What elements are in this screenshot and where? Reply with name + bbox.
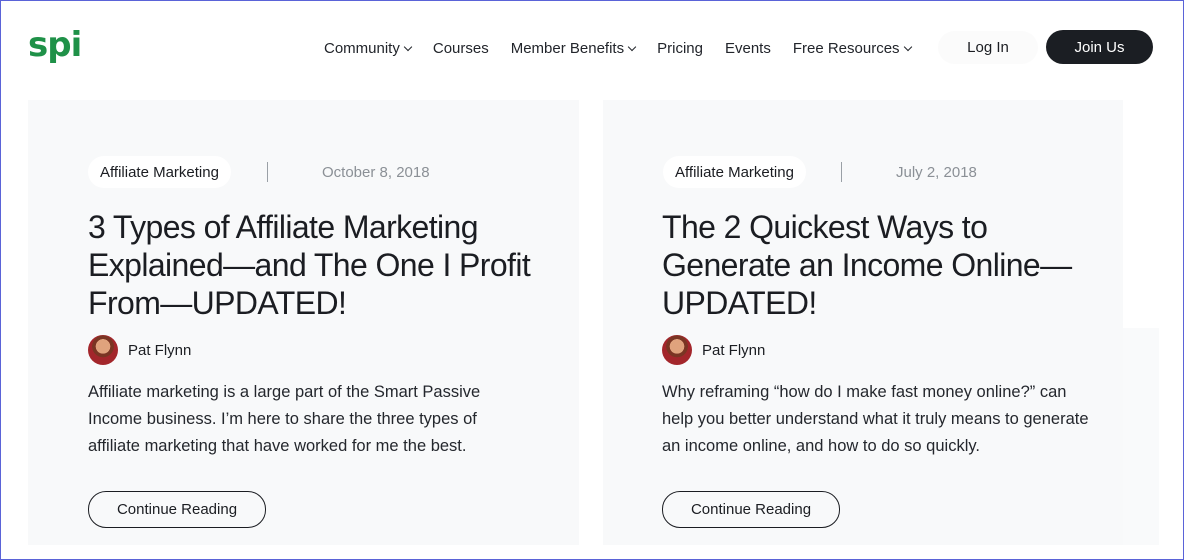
nav-item-label: Pricing — [657, 39, 703, 57]
author-name: Pat Flynn — [128, 341, 192, 359]
spi-logo[interactable]: spi — [28, 28, 82, 62]
nav-item-events[interactable]: Events — [725, 40, 771, 57]
continue-reading-button[interactable]: Continue Reading — [662, 491, 840, 528]
post-author: Pat Flynn — [662, 335, 765, 365]
post-date: July 2, 2018 — [896, 164, 977, 181]
nav-item-label: Member Benefits — [510, 39, 625, 57]
card-background-extension — [1123, 328, 1159, 545]
author-name: Pat Flynn — [702, 341, 766, 359]
post-card: Affiliate Marketing July 2, 2018 The 2 Q… — [603, 100, 1159, 545]
post-excerpt: Affiliate marketing is a large part of t… — [88, 383, 481, 455]
chevron-down-icon — [903, 42, 912, 51]
nav-item-community[interactable]: Community — [324, 39, 413, 57]
post-title[interactable]: The 2 Quickest Ways to Generate an Incom… — [662, 208, 1122, 322]
log-in-button[interactable]: Log In — [938, 31, 1038, 64]
category-tag[interactable]: Affiliate Marketing — [88, 156, 231, 188]
avatar — [88, 335, 118, 365]
meta-divider — [267, 162, 268, 182]
post-author: Pat Flynn — [88, 335, 191, 365]
nav-item-pricing[interactable]: Pricing — [657, 40, 703, 57]
post-title[interactable]: 3 Types of Affiliate Marketing Explained… — [88, 208, 568, 322]
nav-item-label: Courses — [432, 39, 489, 57]
chevron-down-icon — [403, 42, 413, 51]
post-date: October 8, 2018 — [322, 164, 430, 181]
main-nav: Community Courses Member Benefits Pricin… — [324, 38, 933, 58]
post-card: Affiliate Marketing October 8, 2018 3 Ty… — [28, 100, 579, 545]
nav-item-label: Free Resources — [792, 39, 900, 57]
nav-item-courses[interactable]: Courses — [433, 40, 489, 57]
post-excerpt: Why reframing “how do I make fast money … — [662, 383, 1089, 455]
nav-item-free-resources[interactable]: Free Resources — [792, 39, 912, 57]
nav-item-member-benefits[interactable]: Member Benefits — [510, 39, 637, 57]
join-us-button[interactable]: Join Us — [1046, 30, 1153, 64]
continue-reading-button[interactable]: Continue Reading — [88, 491, 266, 528]
meta-divider — [841, 162, 842, 182]
nav-item-label: Community — [324, 39, 400, 57]
category-tag[interactable]: Affiliate Marketing — [663, 156, 806, 188]
avatar — [662, 335, 692, 365]
chevron-down-icon — [627, 42, 637, 51]
nav-item-label: Events — [724, 39, 771, 57]
